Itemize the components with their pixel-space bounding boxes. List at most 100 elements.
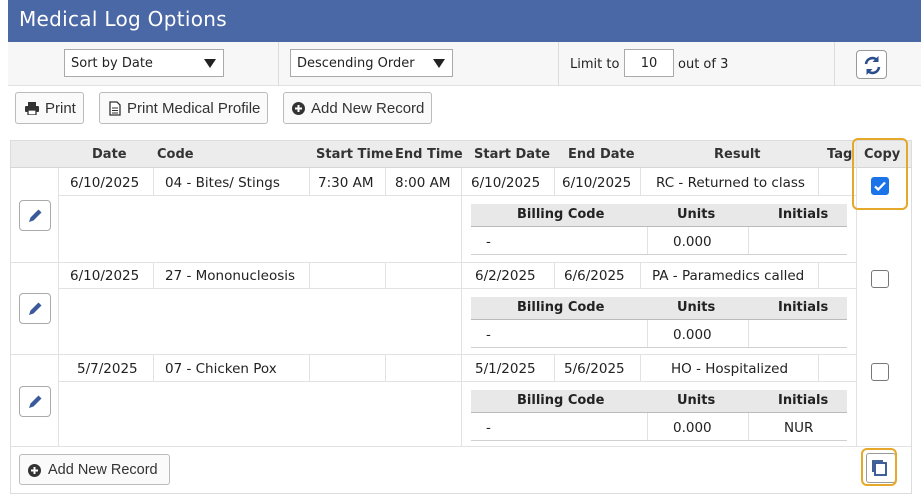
pencil-icon [29, 302, 42, 315]
title-bar: Medical Log Options [8, 0, 921, 42]
divider [558, 42, 559, 86]
row-divider [471, 440, 847, 441]
billing-code-value: - [486, 327, 491, 343]
initials-header: Initials [778, 393, 829, 408]
edit-button[interactable] [19, 293, 51, 324]
page-title: Medical Log Options [19, 7, 227, 31]
header-end-date: End Date [568, 147, 635, 162]
column-divider [58, 168, 59, 446]
print-profile-label: Print Medical Profile [127, 100, 261, 117]
row-end-date: 5/6/2025 [564, 361, 625, 377]
row-code: 07 - Chicken Pox [165, 361, 277, 377]
row-end-time: 8:00 AM [395, 175, 451, 191]
billing-code-header: Billing Code [517, 393, 605, 408]
limit-label: Limit to [570, 57, 620, 72]
billing-code-header: Billing Code [517, 300, 605, 315]
billing-code-value: - [486, 420, 491, 436]
column-divider [748, 227, 749, 254]
options-bar: Sort by Date Descending Order Limit to 1… [8, 42, 921, 86]
row-date: 6/10/2025 [70, 175, 140, 191]
limit-input[interactable]: 10 [624, 49, 674, 77]
billing-table: Billing Code Units Initials - 0.000 [471, 204, 847, 255]
row-end-date: 6/6/2025 [564, 268, 625, 284]
billing-code-header: Billing Code [517, 207, 605, 222]
column-divider [554, 168, 555, 195]
row-start-date: 5/1/2025 [475, 361, 536, 377]
edit-button[interactable] [19, 386, 51, 417]
row-date: 5/7/2025 [77, 361, 138, 377]
row-divider [58, 195, 856, 196]
column-divider [554, 354, 555, 381]
row-code: 04 - Bites/ Stings [165, 175, 280, 191]
units-header: Units [677, 393, 716, 408]
add-new-record-button[interactable]: Add New Record [283, 92, 432, 124]
units-value: 0.000 [673, 420, 712, 436]
pencil-icon [29, 395, 42, 408]
column-divider [647, 227, 648, 254]
billing-header: Billing Code Units Initials [471, 204, 847, 227]
row-divider [471, 347, 847, 348]
medical-log-table: Date Code Start Time End Time Start Date… [10, 140, 912, 494]
units-value: 0.000 [673, 327, 712, 343]
print-button-label: Print [45, 100, 76, 117]
print-medical-profile-button[interactable]: Print Medical Profile [99, 92, 268, 124]
refresh-button[interactable] [856, 50, 887, 79]
column-divider [748, 320, 749, 347]
row-start-time: 7:30 AM [318, 175, 374, 191]
row-result: PA - Paramedics called [652, 268, 805, 284]
limit-suffix: out of 3 [678, 57, 729, 72]
row-divider [11, 446, 911, 447]
header-code: Code [157, 147, 194, 162]
column-divider [554, 262, 555, 288]
billing-header: Billing Code Units Initials [471, 390, 847, 413]
row-divider [58, 381, 856, 382]
column-divider [647, 413, 648, 440]
billing-table: Billing Code Units Initials - 0.000 [471, 297, 847, 348]
column-divider [647, 320, 648, 347]
plus-circle-icon [292, 102, 305, 115]
column-divider [640, 168, 641, 195]
order-select-value: Descending Order [297, 56, 415, 71]
row-divider [471, 254, 847, 255]
row-result: HO - Hospitalized [671, 361, 789, 377]
sort-select[interactable]: Sort by Date [64, 49, 224, 77]
billing-code-value: - [486, 234, 491, 250]
row-end-date: 6/10/2025 [562, 175, 632, 191]
row-start-date: 6/10/2025 [471, 175, 541, 191]
copy-button-highlight [861, 448, 897, 486]
chevron-down-icon [204, 59, 216, 68]
add-record-footer-label: Add New Record [48, 462, 158, 478]
initials-header: Initials [778, 207, 829, 222]
add-new-record-footer-button[interactable]: Add New Record [19, 454, 170, 485]
chevron-down-icon [433, 59, 445, 68]
header-result: Result [714, 147, 761, 162]
units-value: 0.000 [673, 234, 712, 250]
initials-value: NUR [784, 420, 814, 436]
divider [278, 42, 279, 86]
column-divider [385, 168, 386, 195]
order-select[interactable]: Descending Order [290, 49, 453, 77]
copy-checkbox[interactable] [871, 270, 889, 288]
print-button[interactable]: Print [15, 92, 84, 124]
column-divider [309, 262, 310, 288]
column-divider [385, 262, 386, 288]
plus-circle-icon [28, 464, 41, 477]
units-header: Units [677, 300, 716, 315]
edit-button[interactable] [19, 200, 51, 231]
column-divider [153, 354, 154, 381]
column-divider [385, 354, 386, 381]
billing-table: Billing Code Units Initials - 0.000 NUR [471, 390, 847, 441]
header-tag: Tag [827, 147, 853, 162]
header-start-date: Start Date [474, 147, 551, 162]
row-code: 27 - Mononucleosis [165, 268, 296, 284]
column-divider [153, 262, 154, 288]
row-divider [58, 288, 856, 289]
column-divider [748, 413, 749, 440]
refresh-icon [864, 56, 881, 75]
row-result: RC - Returned to class [656, 175, 805, 191]
column-divider [309, 168, 310, 195]
billing-header: Billing Code Units Initials [471, 297, 847, 320]
divider [834, 42, 835, 86]
add-record-label: Add New Record [311, 100, 425, 117]
copy-checkbox[interactable] [871, 363, 889, 381]
